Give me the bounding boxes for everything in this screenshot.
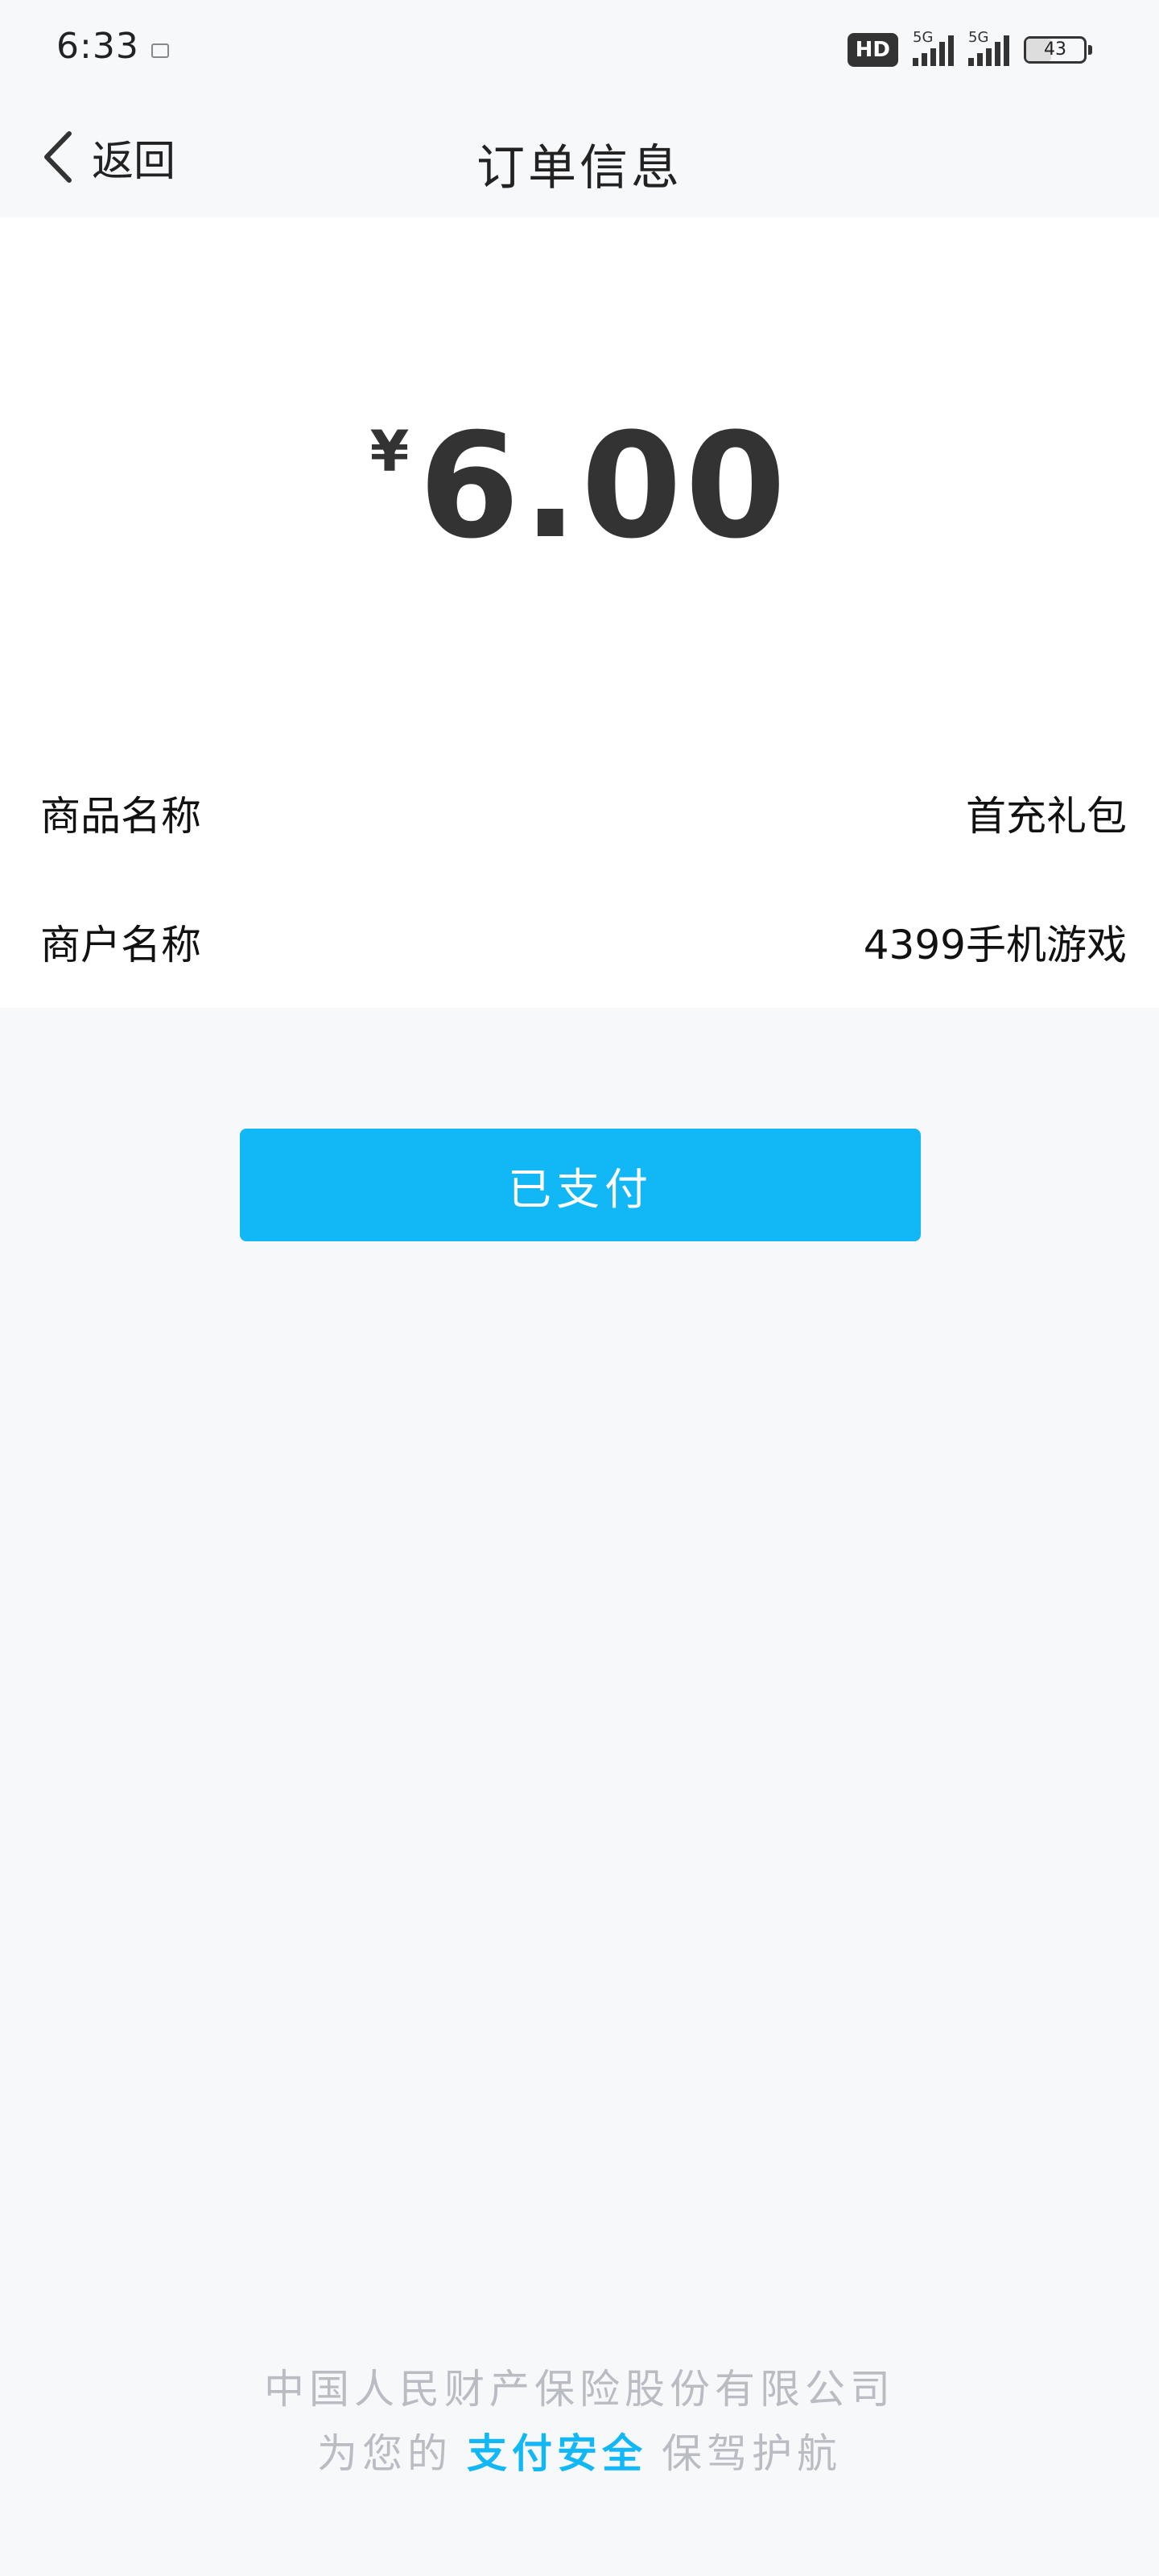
footer-slogan-suffix: 保驾护航 (662, 2430, 842, 2477)
status-icons: HD 5G 5G 43 (847, 29, 1092, 68)
signal-icon-1: 5G (913, 29, 954, 66)
product-name-label: 商品名称 (40, 793, 201, 840)
footer-company: 中国人民财产保险股份有限公司 (264, 2366, 895, 2413)
status-time: 6:33 (56, 26, 139, 67)
merchant-name-label: 商户名称 (40, 922, 201, 968)
signal-tag-2: 5G (968, 29, 989, 46)
merchant-name-value: 4399手机游戏 (863, 922, 1127, 968)
notification-icon (151, 43, 169, 58)
product-name-value: 首充礼包 (966, 793, 1127, 840)
order-card: ¥6.00 商品名称 首充礼包 商户名称 4399手机游戏 (0, 217, 1159, 1008)
amount-value: 6.00 (419, 402, 790, 571)
info-row-merchant: 商户名称 4399手机游戏 (40, 910, 1127, 974)
footer-slogan-prefix: 为您的 (317, 2430, 452, 2477)
footer-slogan: 为您的 支付安全 保驾护航 (0, 2421, 1159, 2486)
battery-text: 43 (1044, 39, 1066, 60)
battery-icon: 43 (1024, 36, 1092, 64)
currency-symbol: ¥ (369, 419, 410, 485)
hd-badge: HD (847, 33, 898, 67)
signal-tag-1: 5G (913, 29, 934, 46)
signal-icon-2: 5G (968, 29, 1009, 66)
order-amount: ¥6.00 (0, 402, 1159, 571)
page-title: 订单信息 (476, 140, 683, 196)
info-row-product: 商品名称 首充礼包 (40, 781, 1127, 845)
footer: 中国人民财产保险股份有限公司 为您的 支付安全 保驾护航 (0, 2357, 1159, 2486)
status-bar: 6:33 HD 5G 5G 43 (0, 0, 1159, 97)
header: 返回 订单信息 (0, 97, 1159, 217)
footer-slogan-highlight: 支付安全 (467, 2430, 647, 2477)
paid-button[interactable]: 已支付 (240, 1129, 921, 1241)
